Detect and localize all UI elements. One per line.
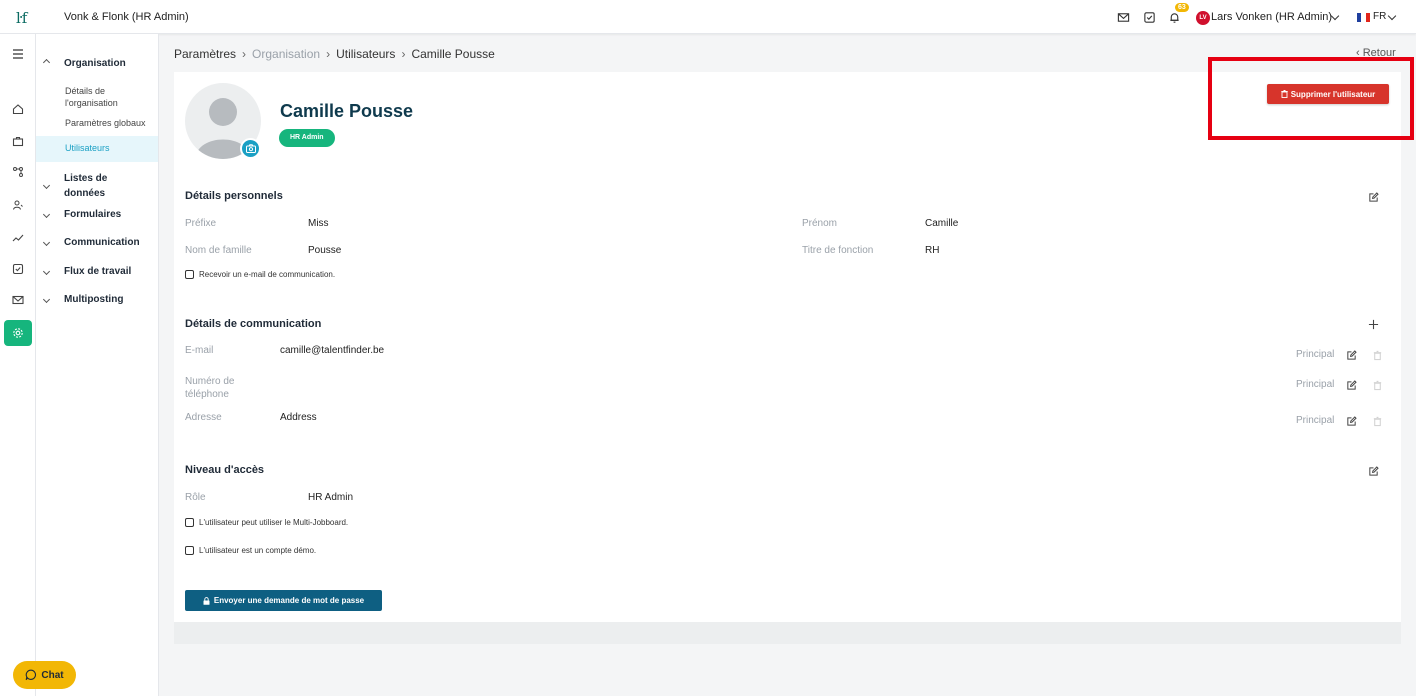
access-level-title: Niveau d'accès bbox=[185, 464, 265, 476]
user-avatar[interactable]: LV bbox=[1196, 11, 1210, 25]
multi-jobboard-row: L'utilisateur peut utiliser le Multi-Job… bbox=[185, 518, 348, 527]
lastname-label: Nom de famille bbox=[185, 245, 252, 256]
address-label: Adresse bbox=[185, 412, 222, 423]
send-password-request-button[interactable]: Envoyer une demande de mot de passe bbox=[185, 590, 382, 611]
mail-icon[interactable] bbox=[10, 292, 26, 308]
firstname-label: Prénom bbox=[802, 218, 838, 229]
role-badge: HR Admin bbox=[279, 129, 335, 147]
language-selector[interactable]: FR bbox=[1373, 11, 1386, 22]
plus-icon[interactable] bbox=[1368, 319, 1379, 330]
tasks-icon[interactable] bbox=[1143, 11, 1156, 24]
chat-bubble-icon bbox=[26, 669, 37, 681]
sidebar-group-workflow[interactable]: Flux de travail bbox=[64, 264, 131, 279]
breadcrumb-organisation[interactable]: Organisation bbox=[252, 47, 320, 61]
role-label: Rôle bbox=[185, 492, 206, 503]
email-label: E-mail bbox=[185, 345, 214, 356]
sidebar-item-users[interactable]: Utilisateurs bbox=[36, 136, 158, 162]
sidebar-item-users-label: Utilisateurs bbox=[65, 143, 110, 153]
highlight-annotation bbox=[1208, 57, 1414, 140]
chat-button[interactable]: Chat bbox=[13, 661, 76, 689]
lock-icon bbox=[203, 596, 210, 605]
chevron-down-icon[interactable] bbox=[42, 210, 51, 219]
settings-icon[interactable] bbox=[4, 320, 32, 346]
users-icon[interactable] bbox=[10, 197, 26, 213]
breadcrumb-settings[interactable]: Paramètres bbox=[174, 47, 236, 61]
personal-details-title: Détails personnels bbox=[185, 190, 283, 202]
chevron-down-icon[interactable] bbox=[1387, 11, 1397, 21]
briefcase-icon[interactable] bbox=[10, 133, 26, 149]
receive-email-row: Recevoir un e-mail de communication. bbox=[185, 270, 335, 279]
sidebar-group-data-lists[interactable]: Listes de données bbox=[64, 171, 134, 201]
tasks-icon[interactable] bbox=[10, 261, 26, 277]
workflow-icon[interactable] bbox=[10, 164, 26, 180]
firstname-value: Camille bbox=[925, 218, 959, 229]
jobtitle-value: RH bbox=[925, 245, 940, 256]
email-principal: Principal bbox=[1296, 349, 1335, 360]
breadcrumb-users[interactable]: Utilisateurs bbox=[336, 47, 395, 61]
sidebar-group-forms[interactable]: Formulaires bbox=[64, 207, 121, 222]
trash-icon[interactable] bbox=[1372, 350, 1383, 361]
address-principal: Principal bbox=[1296, 415, 1335, 426]
edit-icon[interactable] bbox=[1368, 192, 1379, 203]
icon-rail bbox=[0, 34, 36, 696]
top-bar: ŀf Vonk & Flonk (HR Admin) 63 LV Lars Vo… bbox=[0, 0, 1416, 34]
menu-icon[interactable] bbox=[10, 46, 26, 62]
phone-label: Numéro de téléphone bbox=[185, 376, 235, 400]
multi-jobboard-label: L'utilisateur peut utiliser le Multi-Job… bbox=[199, 518, 349, 527]
settings-sidebar: Organisation Détails de l'organisation P… bbox=[36, 34, 159, 696]
company-name: Vonk & Flonk (HR Admin) bbox=[64, 11, 189, 23]
chevron-down-icon[interactable] bbox=[42, 295, 51, 304]
chevron-up-icon[interactable] bbox=[42, 58, 51, 67]
flag-fr-icon[interactable] bbox=[1357, 13, 1370, 22]
analytics-icon[interactable] bbox=[10, 230, 26, 246]
edit-icon[interactable] bbox=[1346, 416, 1357, 427]
sidebar-group-multiposting[interactable]: Multiposting bbox=[64, 292, 123, 307]
edit-icon[interactable] bbox=[1346, 380, 1357, 391]
chevron-down-icon[interactable] bbox=[42, 238, 51, 247]
trash-icon[interactable] bbox=[1372, 380, 1383, 391]
demo-account-label: L'utilisateur est un compte démo. bbox=[199, 546, 317, 555]
chat-label: Chat bbox=[41, 669, 64, 681]
chevron-down-icon[interactable] bbox=[42, 267, 51, 276]
user-full-name: Camille Pousse bbox=[280, 101, 414, 121]
notification-badge: 63 bbox=[1175, 3, 1189, 12]
bell-icon[interactable] bbox=[1168, 11, 1181, 24]
role-value: HR Admin bbox=[308, 492, 354, 503]
send-password-request-label: Envoyer une demande de mot de passe bbox=[213, 596, 365, 605]
receive-email-checkbox[interactable] bbox=[185, 270, 194, 279]
sidebar-group-organisation[interactable]: Organisation bbox=[64, 56, 126, 71]
sidebar-item-org-details[interactable]: Détails de l'organisation bbox=[65, 85, 145, 109]
address-value: Address bbox=[280, 412, 317, 423]
edit-icon[interactable] bbox=[1346, 350, 1357, 361]
prefix-label: Préfixe bbox=[185, 218, 217, 229]
breadcrumb: Paramètres › Organisation › Utilisateurs › Cam… bbox=[174, 47, 495, 61]
phone-principal: Principal bbox=[1296, 379, 1335, 390]
demo-account-row: L'utilisateur est un compte démo. bbox=[185, 546, 316, 555]
home-icon[interactable] bbox=[10, 101, 26, 117]
trash-icon[interactable] bbox=[1372, 416, 1383, 427]
multi-jobboard-checkbox[interactable] bbox=[185, 518, 194, 527]
communication-details-title: Détails de communication bbox=[185, 318, 322, 330]
receive-email-label: Recevoir un e-mail de communication. bbox=[199, 270, 336, 279]
breadcrumb-current: Camille Pousse bbox=[411, 47, 495, 61]
camera-icon[interactable] bbox=[240, 138, 261, 159]
user-menu[interactable]: Lars Vonken (HR Admin) bbox=[1211, 11, 1332, 23]
sidebar-item-global-params[interactable]: Paramètres globaux bbox=[65, 117, 157, 129]
prefix-value: Miss bbox=[308, 218, 329, 229]
card-footer bbox=[174, 622, 1401, 644]
jobtitle-label: Titre de fonction bbox=[802, 245, 874, 256]
demo-account-checkbox[interactable] bbox=[185, 546, 194, 555]
chevron-down-icon[interactable] bbox=[42, 181, 51, 190]
email-value: camille@talentfinder.be bbox=[280, 345, 385, 356]
app-logo[interactable]: ŀf bbox=[16, 9, 28, 27]
lastname-value: Pousse bbox=[308, 245, 342, 256]
sidebar-group-communication[interactable]: Communication bbox=[64, 235, 140, 250]
edit-icon[interactable] bbox=[1368, 466, 1379, 477]
mail-icon[interactable] bbox=[1117, 11, 1130, 24]
